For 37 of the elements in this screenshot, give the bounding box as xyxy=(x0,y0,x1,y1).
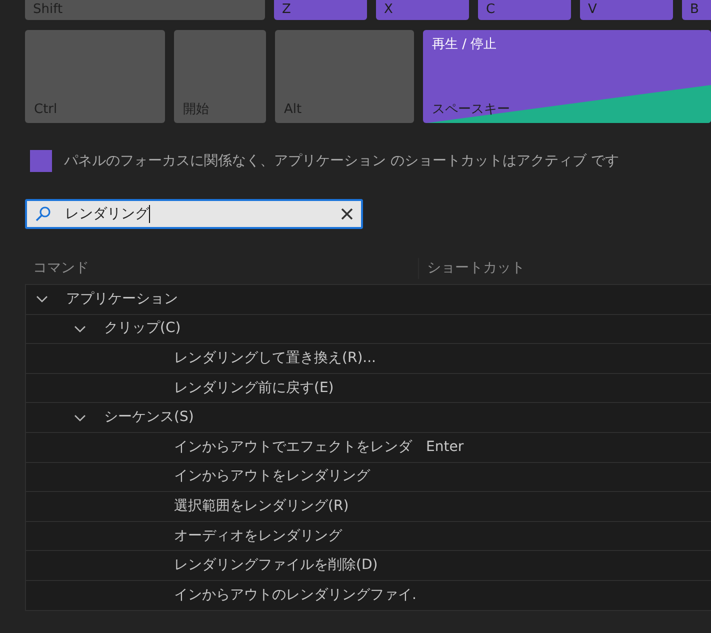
command-row[interactable]: 選択範囲をレンダリング(R) xyxy=(26,492,711,522)
command-label: インからアウトでエフェクトをレンダ xyxy=(174,438,412,457)
search-icon xyxy=(35,206,51,222)
command-label: レンダリングファイルを削除(D) xyxy=(174,556,378,576)
command-row[interactable]: クリップ(C) xyxy=(26,314,711,344)
key-label: スペースキー xyxy=(432,100,511,118)
command-row[interactable]: インからアウトをレンダリング xyxy=(26,462,711,492)
column-header[interactable]: コマンド xyxy=(25,258,419,278)
command-row[interactable]: レンダリング前に戻す(E) xyxy=(26,374,711,404)
command-row[interactable]: インからアウトでエフェクトをレンダ Enter xyxy=(26,432,711,463)
close-icon[interactable] xyxy=(341,208,353,220)
command-row[interactable]: オーディオをレンダリング xyxy=(26,522,711,552)
command-label: インからアウトをレンダリング xyxy=(174,467,370,486)
search-value: レンダリング xyxy=(65,204,149,224)
command-row[interactable]: インからアウトのレンダリングファイ. xyxy=(26,580,711,611)
chevron-icon[interactable] xyxy=(74,324,86,333)
command-label: レンダリング前に戻す(E) xyxy=(174,378,334,398)
command-row[interactable]: アプリケーション xyxy=(26,285,711,315)
command-label: インからアウトのレンダリングファイ. xyxy=(174,586,416,605)
command-label: クリップ(C) xyxy=(104,319,181,338)
command-label: レンダリングして置き換え(R)... xyxy=(174,348,376,368)
search-field[interactable]: レンダリング xyxy=(25,199,363,229)
command-label: オーディオをレンダリング xyxy=(174,526,342,546)
chevron-icon[interactable] xyxy=(36,295,48,304)
command-row[interactable]: レンダリングして置き換え(R)... xyxy=(26,344,711,374)
keyboard-key[interactable]: 再生 / 停止 スペースキー xyxy=(423,30,711,123)
chevron-icon[interactable] xyxy=(74,414,86,422)
checkbox[interactable] xyxy=(30,150,52,172)
command-row[interactable]: シーケンス(S) xyxy=(26,403,711,433)
command-row[interactable]: レンダリングファイルを削除(D) xyxy=(26,551,711,581)
command-label: 再生 / 停止 xyxy=(432,36,498,54)
command-label: 選択範囲をレンダリング(R) xyxy=(174,496,349,516)
command-label: シーケンス(S) xyxy=(104,408,194,428)
shortcut-label: Enter xyxy=(426,438,464,457)
command-label: アプリケーション xyxy=(66,290,178,309)
checkbox-label: パネルのフォーカスに関係なく、アプリケーション のショートカットはアクティブ です xyxy=(64,152,619,170)
column-header[interactable]: ショートカット xyxy=(419,258,525,278)
